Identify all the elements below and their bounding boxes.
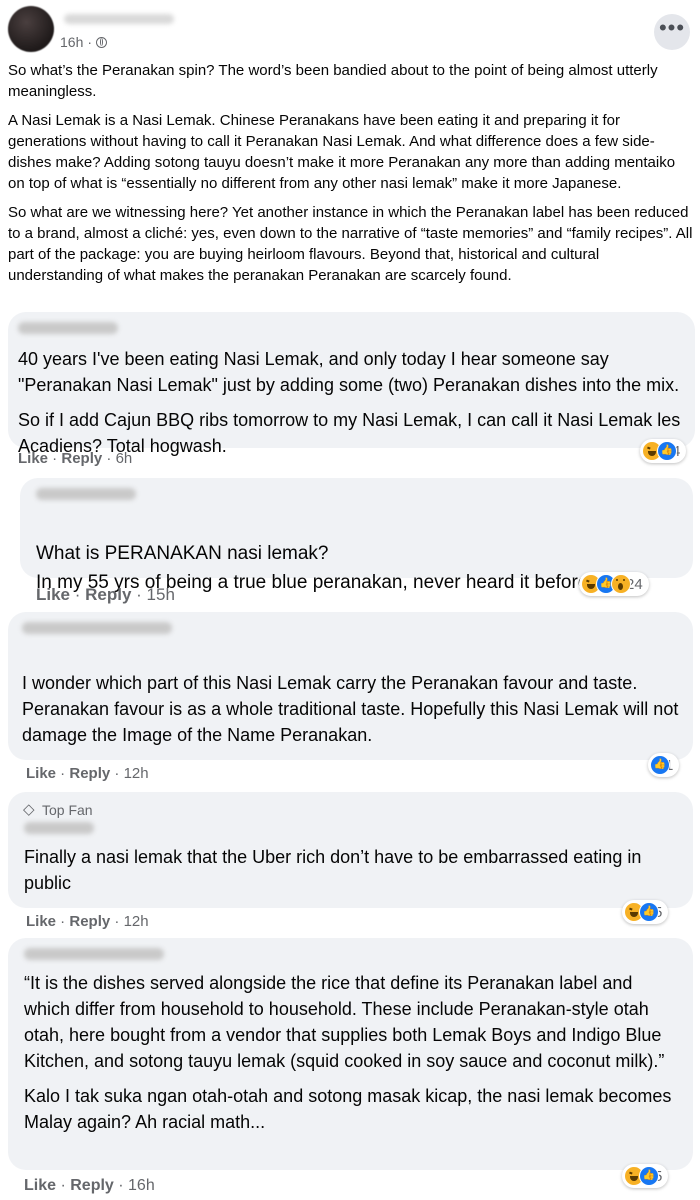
post-paragraph: A Nasi Lemak is a Nasi Lemak. Chinese Pe… [8, 112, 676, 192]
like-icon: 👍 [657, 441, 677, 461]
like-link[interactable]: Like [26, 765, 56, 782]
author-name-redacted[interactable] [64, 14, 174, 24]
comment-actions: Like · Reply · 12h [26, 913, 149, 930]
comment-paragraph: “It is the dishes served alongside the r… [24, 973, 665, 1071]
reply-link[interactable]: Reply [70, 1177, 114, 1194]
comment-paragraph: Kalo I tak suka ngan otah-otah and soton… [24, 1086, 672, 1132]
comment-text: 40 years I've been eating Nasi Lemak, an… [18, 346, 683, 459]
like-icon: 👍 [639, 1166, 659, 1186]
comment-paragraph: 40 years I've been eating Nasi Lemak, an… [18, 349, 680, 395]
commenter-name-redacted[interactable] [22, 622, 172, 634]
comment-actions: Like · Reply · 15h [36, 585, 175, 604]
commenter-name-redacted[interactable] [24, 822, 94, 834]
top-fan-badge: Top Fan [23, 800, 681, 818]
post-paragraph: So what are we witnessing here? Yet anot… [8, 204, 693, 284]
comment-bubble: “It is the dishes served alongside the r… [8, 938, 693, 1170]
like-link[interactable]: Like [26, 913, 56, 930]
commenter-name-redacted[interactable] [36, 488, 136, 500]
comment-bubble: Top Fan Finally a nasi lemak that the Ub… [8, 792, 693, 908]
reaction-summary[interactable]: 👍 1 [648, 753, 680, 777]
comment-time[interactable]: 15h [147, 585, 175, 604]
comment-text: I wonder which part of this Nasi Lemak c… [22, 644, 681, 748]
diamond-icon [23, 800, 36, 818]
reply-link[interactable]: Reply [69, 913, 110, 930]
like-link[interactable]: Like [18, 450, 48, 467]
comment-paragraph: Finally a nasi lemak that the Uber rich … [24, 847, 642, 893]
comment-bubble: I wonder which part of this Nasi Lemak c… [8, 612, 693, 760]
comment-actions: Like · Reply · 12h [26, 765, 149, 782]
post-text: So what’s the Peranakan spin? The word’s… [8, 60, 693, 294]
like-link[interactable]: Like [36, 585, 70, 604]
globe-icon [96, 36, 108, 48]
meta-dot: · [87, 34, 93, 50]
comment-time[interactable]: 16h [128, 1177, 155, 1194]
comment-time[interactable]: 6h [116, 450, 133, 467]
post-header: 16h · ••• [8, 4, 692, 60]
reaction-summary[interactable]: 👍 4 [640, 439, 687, 463]
post-time[interactable]: 16h [60, 34, 83, 50]
post-meta: 16h · [60, 34, 108, 50]
avatar[interactable] [8, 6, 54, 52]
reaction-summary[interactable]: 👍 5 [622, 1164, 669, 1188]
reply-link[interactable]: Reply [61, 450, 102, 467]
more-options-button[interactable]: ••• [654, 14, 690, 50]
reply-link[interactable]: Reply [85, 585, 131, 604]
comment-text: Finally a nasi lemak that the Uber rich … [24, 844, 681, 896]
like-icon: 👍 [639, 902, 659, 922]
post-paragraph: So what’s the Peranakan spin? The word’s… [8, 62, 658, 100]
comment-text: “It is the dishes served alongside the r… [24, 970, 681, 1135]
comment-paragraph: I wonder which part of this Nasi Lemak c… [22, 673, 679, 745]
like-icon: 👍 [650, 755, 670, 775]
reaction-summary[interactable]: 👍 5 [622, 900, 669, 924]
comment-actions: Like · Reply · 16h [24, 1177, 155, 1194]
comment-bubble: What is PERANAKAN nasi lemak? In my 55 y… [20, 478, 693, 593]
reaction-summary[interactable]: 👍 24 [579, 572, 649, 596]
comment-bubble: 40 years I've been eating Nasi Lemak, an… [8, 312, 695, 456]
reply-link[interactable]: Reply [69, 765, 110, 782]
like-link[interactable]: Like [24, 1177, 56, 1194]
comment-actions: Like · Reply · 6h [18, 450, 133, 467]
commenter-name-redacted[interactable] [18, 322, 118, 334]
comment-time[interactable]: 12h [124, 765, 149, 782]
comment-time[interactable]: 12h [124, 913, 149, 930]
commenter-name-redacted[interactable] [24, 948, 164, 960]
wow-icon [611, 574, 631, 594]
badge-label: Top Fan [42, 802, 93, 818]
